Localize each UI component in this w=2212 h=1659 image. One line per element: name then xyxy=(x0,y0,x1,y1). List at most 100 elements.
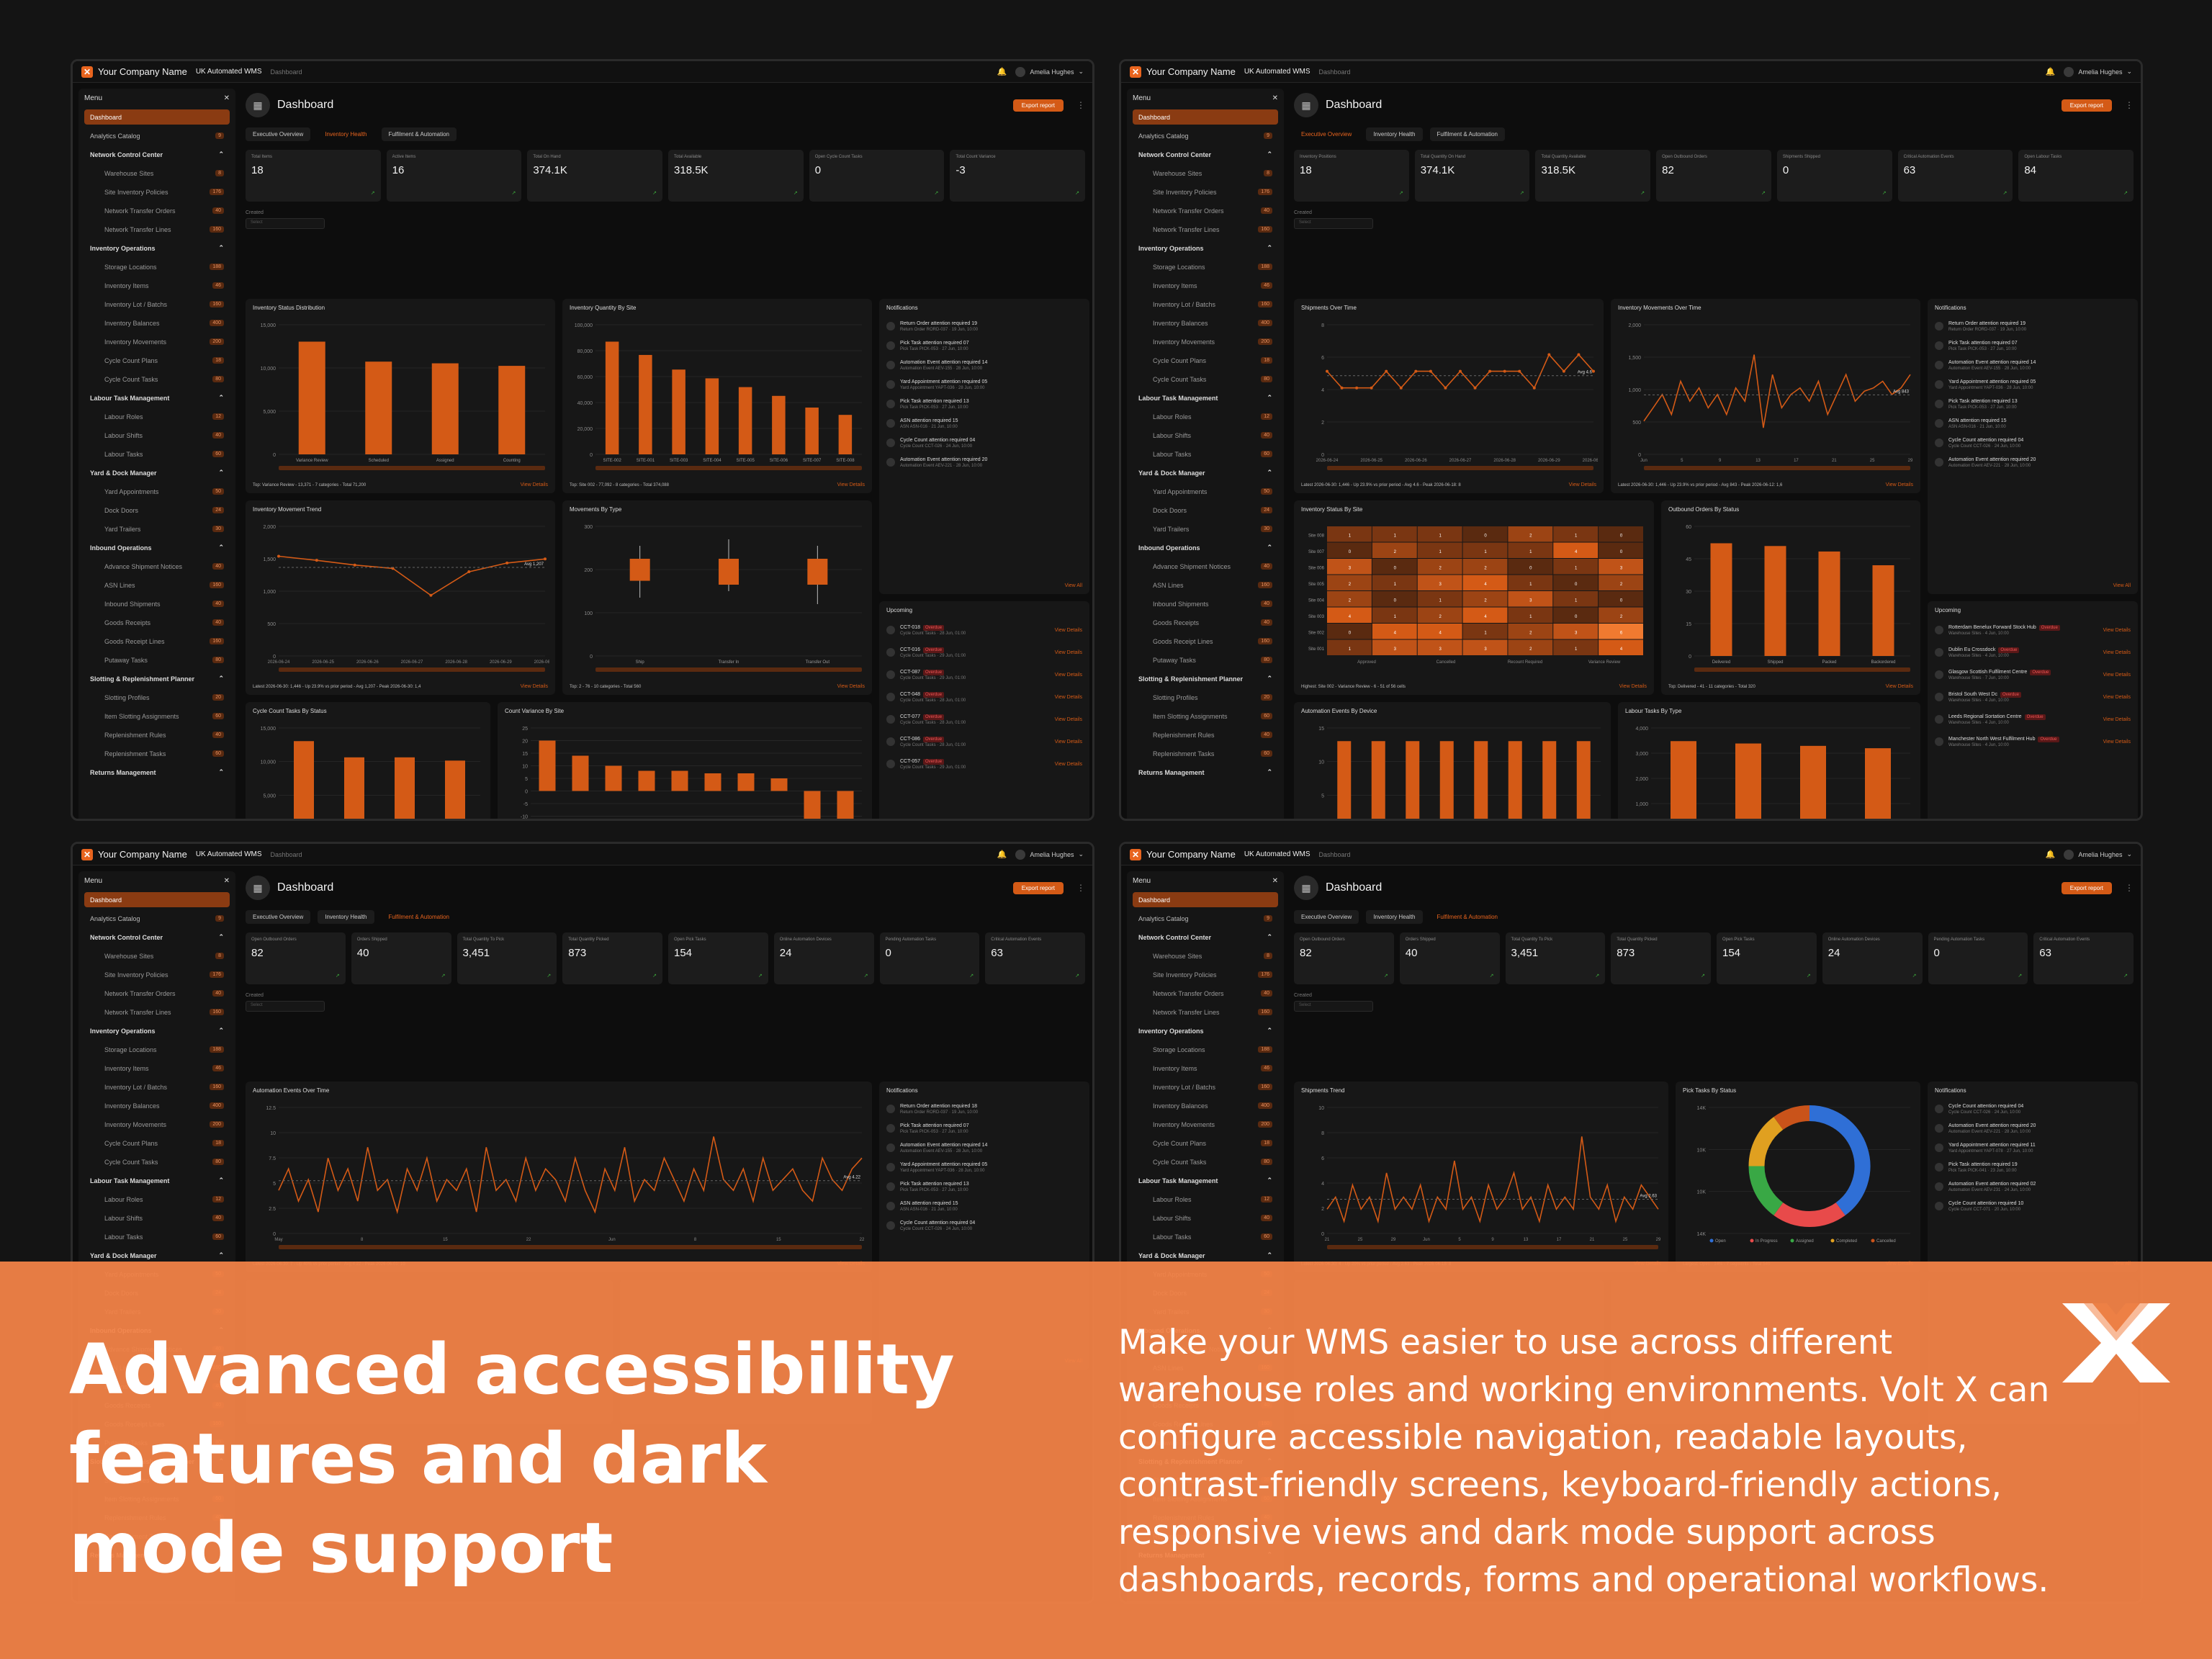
sidebar-item-analytics-catalog[interactable]: Analytics Catalog 9 xyxy=(84,128,230,143)
upcoming-item[interactable]: Glasgow Scottish Fulfilment Centre Overdu… xyxy=(1928,664,2138,686)
view-details-link[interactable]: View Details xyxy=(1055,650,1082,655)
sidebar-item-replenishment-rules[interactable]: Replenishment Rules 40 xyxy=(84,727,230,742)
sidebar-item-advance-shipment-notices[interactable]: Advance Shipment Notices 40 xyxy=(84,559,230,574)
view-all-link[interactable]: View All xyxy=(1065,583,1082,588)
view-details-link[interactable]: View Details xyxy=(837,684,865,689)
tab-executive-overview[interactable]: Executive Overview xyxy=(246,910,311,924)
user-menu[interactable]: Amelia Hughes ⌄ xyxy=(1015,849,1084,860)
bell-icon[interactable]: 🔔 xyxy=(997,67,1007,76)
view-details-link[interactable]: View Details xyxy=(1055,717,1082,722)
sidebar-item-yard-dock-manager[interactable]: Yard & Dock Manager ⌃ xyxy=(84,1248,230,1263)
sidebar-item-slotting-profiles[interactable]: Slotting Profiles 20 xyxy=(84,690,230,705)
filter-select[interactable]: Select xyxy=(246,1001,325,1012)
sidebar-item-network-control-center[interactable]: Network Control Center ⌃ xyxy=(84,930,230,945)
notification-item[interactable]: Cycle Count attention required 04 Cycle C… xyxy=(1928,433,2138,453)
upcoming-item[interactable]: Bristol South West Dc Overdue Warehouse Si… xyxy=(1928,686,2138,709)
upcoming-item[interactable]: Manchester North West Fulfilment Hub Over… xyxy=(1928,731,2138,753)
view-details-link[interactable]: View Details xyxy=(2103,673,2131,678)
sidebar-item-returns-management[interactable]: Returns Management ⌃ xyxy=(1133,765,1278,780)
sidebar-item-inventory-balances[interactable]: Inventory Balances 400 xyxy=(1133,315,1278,331)
sidebar-item-inventory-balances[interactable]: Inventory Balances 400 xyxy=(1133,1098,1278,1113)
tab-inventory-health[interactable]: Inventory Health xyxy=(1366,910,1423,924)
sidebar-item-labour-task-management[interactable]: Labour Task Management ⌃ xyxy=(1133,390,1278,405)
sidebar-item-labour-roles[interactable]: Labour Roles 12 xyxy=(1133,1192,1278,1207)
sidebar-item-labour-shifts[interactable]: Labour Shifts 40 xyxy=(1133,428,1278,443)
filter-select[interactable]: Select xyxy=(246,218,325,229)
sidebar-item-inventory-lot-batchs[interactable]: Inventory Lot / Batchs 160 xyxy=(84,297,230,312)
view-details-link[interactable]: View Details xyxy=(521,684,548,689)
view-details-link[interactable]: View Details xyxy=(2103,739,2131,745)
sidebar-item-storage-locations[interactable]: Storage Locations 188 xyxy=(1133,259,1278,274)
sidebar-item-analytics-catalog[interactable]: Analytics Catalog 9 xyxy=(1133,911,1278,926)
sidebar-item-yard-dock-manager[interactable]: Yard & Dock Manager ⌃ xyxy=(84,465,230,480)
notification-item[interactable]: Return Order attention required 19 Return… xyxy=(1928,317,2138,336)
more-options-icon[interactable]: ⋮ xyxy=(1076,100,1085,110)
sidebar-item-network-transfer-lines[interactable]: Network Transfer Lines 160 xyxy=(84,222,230,237)
notification-item[interactable]: Pick Task attention required 07 Pick Task… xyxy=(1928,336,2138,356)
notification-item[interactable]: Cycle Count attention required 04 Cycle C… xyxy=(879,1216,1089,1236)
view-details-link[interactable]: View Details xyxy=(2103,650,2131,655)
upcoming-item[interactable]: CCT-087 Overdue Cycle Count Tasks · 29 Jun… xyxy=(879,664,1089,686)
brand[interactable]: ✕ Your Company Name xyxy=(81,848,187,860)
notification-item[interactable]: Automation Event attention required 02 Au… xyxy=(1928,1177,2138,1197)
view-details-link[interactable]: View Details xyxy=(1569,482,1596,487)
upcoming-item[interactable]: CCT-077 Overdue Cycle Count Tasks · 28 Jun… xyxy=(879,709,1089,731)
sidebar-item-inventory-balances[interactable]: Inventory Balances 400 xyxy=(84,315,230,331)
sidebar-item-site-inventory-policies[interactable]: Site Inventory Policies 176 xyxy=(1133,184,1278,199)
notification-item[interactable]: Automation Event attention required 14 Au… xyxy=(879,356,1089,375)
notification-item[interactable]: Yard Appointment attention required 05 Ya… xyxy=(879,375,1089,395)
upcoming-item[interactable]: CCT-048 Overdue Cycle Count Tasks · 28 Jun… xyxy=(879,686,1089,709)
sidebar-item-inbound-shipments[interactable]: Inbound Shipments 40 xyxy=(1133,596,1278,611)
view-details-link[interactable]: View Details xyxy=(1886,684,1913,689)
sidebar-item-labour-shifts[interactable]: Labour Shifts 40 xyxy=(1133,1210,1278,1226)
sidebar-item-item-slotting-assignments[interactable]: Item Slotting Assignments 60 xyxy=(1133,709,1278,724)
upcoming-item[interactable]: Dublin Eu Crossdock Overdue Warehouse Site… xyxy=(1928,642,2138,664)
sidebar-item-dashboard[interactable]: Dashboard xyxy=(1133,109,1278,125)
sidebar-item-labour-task-management[interactable]: Labour Task Management ⌃ xyxy=(84,390,230,405)
view-all-link[interactable]: View All xyxy=(2113,583,2131,588)
sidebar-item-inventory-movements[interactable]: Inventory Movements 200 xyxy=(84,1117,230,1132)
sidebar-item-network-transfer-orders[interactable]: Network Transfer Orders 40 xyxy=(1133,203,1278,218)
tab-inventory-health[interactable]: Inventory Health xyxy=(318,127,374,141)
sidebar-item-labour-roles[interactable]: Labour Roles 12 xyxy=(84,1192,230,1207)
notification-item[interactable]: Return Order attention required 19 Return… xyxy=(879,317,1089,336)
view-details-link[interactable]: View Details xyxy=(1619,684,1647,689)
sidebar-item-labour-tasks[interactable]: Labour Tasks 60 xyxy=(1133,1229,1278,1244)
notification-item[interactable]: Pick Task attention required 07 Pick Task… xyxy=(879,1119,1089,1138)
sidebar-item-inventory-movements[interactable]: Inventory Movements 200 xyxy=(84,334,230,349)
sidebar-item-yard-appointments[interactable]: Yard Appointments 50 xyxy=(84,484,230,499)
sidebar-item-cycle-count-plans[interactable]: Cycle Count Plans 18 xyxy=(84,1136,230,1151)
sidebar-item-goods-receipts[interactable]: Goods Receipts 40 xyxy=(84,615,230,630)
sidebar-item-cycle-count-plans[interactable]: Cycle Count Plans 18 xyxy=(1133,1136,1278,1151)
notification-item[interactable]: Cycle Count attention required 04 Cycle C… xyxy=(1928,1100,2138,1119)
sidebar-item-dock-doors[interactable]: Dock Doors 24 xyxy=(84,503,230,518)
sidebar-item-labour-roles[interactable]: Labour Roles 12 xyxy=(1133,409,1278,424)
sidebar-item-slotting-replenishment-planner[interactable]: Slotting & Replenishment Planner ⌃ xyxy=(1133,671,1278,686)
view-details-link[interactable]: View Details xyxy=(2103,717,2131,722)
tab-fulfilment-automation[interactable]: Fulfilment & Automation xyxy=(382,910,457,924)
sidebar-item-network-control-center[interactable]: Network Control Center ⌃ xyxy=(84,147,230,162)
export-report-button[interactable]: Export report xyxy=(2061,99,2112,112)
sidebar-item-inbound-shipments[interactable]: Inbound Shipments 40 xyxy=(84,596,230,611)
view-details-link[interactable]: View Details xyxy=(1886,482,1913,487)
notification-item[interactable]: Automation Event attention required 14 Au… xyxy=(879,1138,1089,1158)
sidebar-item-site-inventory-policies[interactable]: Site Inventory Policies 176 xyxy=(84,184,230,199)
sidebar-item-storage-locations[interactable]: Storage Locations 188 xyxy=(84,259,230,274)
sidebar-item-inventory-balances[interactable]: Inventory Balances 400 xyxy=(84,1098,230,1113)
brand[interactable]: ✕ Your Company Name xyxy=(1130,848,1236,860)
upcoming-item[interactable]: CCT-057 Overdue Cycle Count Tasks · 29 Jun… xyxy=(879,753,1089,775)
user-menu[interactable]: Amelia Hughes ⌄ xyxy=(2064,66,2132,77)
sidebar-item-network-transfer-orders[interactable]: Network Transfer Orders 40 xyxy=(1133,986,1278,1001)
sidebar-item-site-inventory-policies[interactable]: Site Inventory Policies 176 xyxy=(1133,967,1278,982)
sidebar-item-returns-management[interactable]: Returns Management ⌃ xyxy=(84,765,230,780)
more-options-icon[interactable]: ⋮ xyxy=(2125,100,2134,110)
sidebar-item-inventory-items[interactable]: Inventory Items 46 xyxy=(1133,278,1278,293)
sidebar-item-yard-dock-manager[interactable]: Yard & Dock Manager ⌃ xyxy=(1133,465,1278,480)
sidebar-item-putaway-tasks[interactable]: Putaway Tasks 80 xyxy=(1133,652,1278,667)
close-icon[interactable]: ✕ xyxy=(1272,877,1278,885)
sidebar-item-dock-doors[interactable]: Dock Doors 24 xyxy=(1133,503,1278,518)
notification-item[interactable]: Automation Event attention required 20 Au… xyxy=(879,453,1089,472)
sidebar-item-cycle-count-plans[interactable]: Cycle Count Plans 18 xyxy=(84,353,230,368)
sidebar-item-inventory-items[interactable]: Inventory Items 46 xyxy=(84,278,230,293)
sidebar-item-replenishment-rules[interactable]: Replenishment Rules 40 xyxy=(1133,727,1278,742)
